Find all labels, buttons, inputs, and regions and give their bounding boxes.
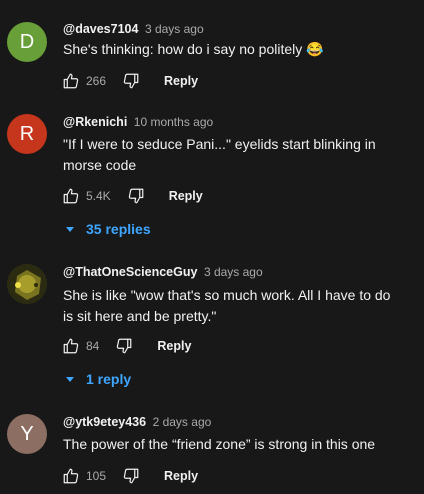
reply-button[interactable]: Reply <box>164 74 198 88</box>
reply-button[interactable]: Reply <box>164 469 198 483</box>
comment-time[interactable]: 10 months ago <box>134 115 213 129</box>
chevron-down-icon <box>66 226 74 232</box>
author-name[interactable]: @ThatOneScienceGuy <box>63 265 197 279</box>
avatar[interactable] <box>7 264 47 304</box>
thumbs-down-icon[interactable] <box>125 185 147 207</box>
view-replies-button[interactable]: 35 replies <box>66 221 151 237</box>
replies-label: 1 reply <box>86 371 132 387</box>
thumbs-up-icon[interactable] <box>60 465 82 487</box>
comment-meta: @daves7104 3 days ago <box>63 22 204 36</box>
reply-button[interactable]: Reply <box>169 189 203 203</box>
like-count: 5.4K <box>86 189 111 203</box>
comment-meta: @ytk9etey436 2 days ago <box>63 415 211 429</box>
replies-label: 35 replies <box>86 221 151 237</box>
comment-meta: @Rkenichi 10 months ago <box>63 115 213 129</box>
avatar-image <box>7 264 47 304</box>
comment-text: She's thinking: how do i say no politely… <box>63 41 324 57</box>
comment-text: "If I were to seduce Pani..." eyelids st… <box>63 136 376 173</box>
author-name[interactable]: @Rkenichi <box>63 115 127 129</box>
thumbs-up-icon[interactable] <box>60 185 82 207</box>
comment-time[interactable]: 3 days ago <box>145 22 204 36</box>
thumbs-down-icon[interactable] <box>113 335 135 357</box>
comment-actions: 84 Reply <box>60 334 191 358</box>
like-count: 266 <box>86 74 107 88</box>
comment-actions: 105 Reply <box>60 464 198 488</box>
avatar[interactable]: R <box>7 114 47 154</box>
reply-button[interactable]: Reply <box>157 339 191 353</box>
comment-text: She is like "wow that's so much work. Al… <box>63 287 391 324</box>
author-name[interactable]: @ytk9etey436 <box>63 415 146 429</box>
comment-meta: @ThatOneScienceGuy 3 days ago <box>63 265 263 279</box>
thumbs-up-icon[interactable] <box>60 335 82 357</box>
author-name[interactable]: @daves7104 <box>63 22 138 36</box>
like-count: 105 <box>86 469 107 483</box>
thumbs-down-icon[interactable] <box>120 70 142 92</box>
avatar[interactable]: Y <box>7 414 47 454</box>
comment-actions: 5.4K Reply <box>60 184 203 208</box>
like-count: 84 <box>86 339 100 353</box>
comment-actions: 266 Reply <box>60 69 198 93</box>
avatar[interactable]: D <box>7 22 47 62</box>
comment-text: The power of the “friend zone” is strong… <box>63 436 376 452</box>
thumbs-up-icon[interactable] <box>60 70 82 92</box>
thumbs-down-icon[interactable] <box>120 465 142 487</box>
comment-time[interactable]: 3 days ago <box>204 265 263 279</box>
view-replies-button[interactable]: 1 reply <box>66 371 131 387</box>
chevron-down-icon <box>66 376 74 382</box>
comment-time[interactable]: 2 days ago <box>153 415 212 429</box>
